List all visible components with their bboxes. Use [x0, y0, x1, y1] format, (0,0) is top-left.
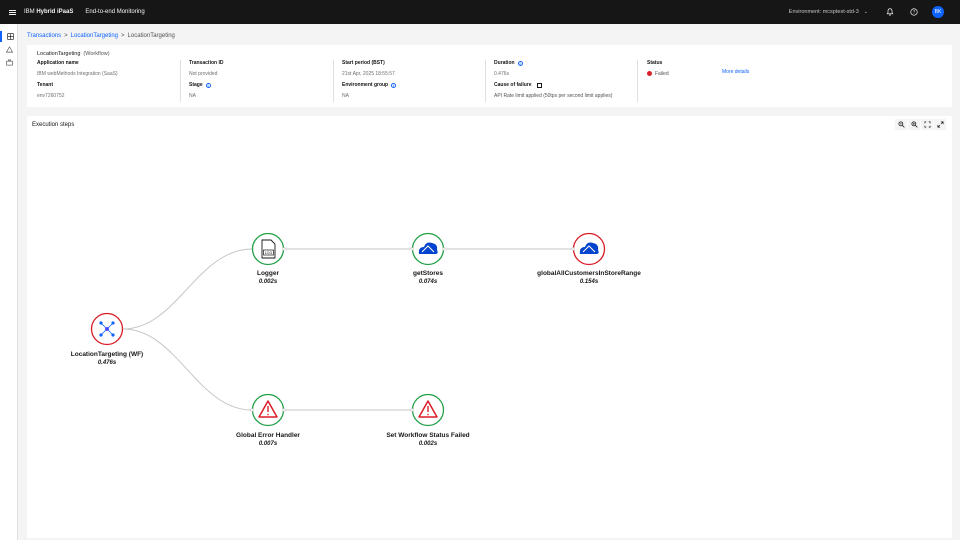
node-duration: 0.476s: [97, 360, 117, 366]
field-value: 0.476s: [494, 71, 510, 77]
field-value: API Rate limit applied (50tps per second…: [494, 93, 613, 99]
node-logger[interactable]: LOG: [251, 232, 286, 266]
column-divider: [485, 60, 486, 102]
failed-status-icon: [647, 71, 652, 77]
node-duration: 0.154s: [579, 279, 599, 285]
application-name-field: Application name IBM webMethods Integrat…: [37, 60, 118, 77]
cause-of-failure-field: Cause of failure API Rate limit applied …: [494, 82, 612, 99]
briefcase-nav-icon[interactable]: [0, 57, 18, 68]
node-label: getStores: [413, 270, 443, 277]
summary-title: LocationTargeting (Workflow): [37, 51, 110, 57]
breadcrumb-workflow[interactable]: LocationTargeting: [71, 33, 118, 39]
field-value: env7260752: [37, 93, 65, 99]
tenant-field: Tenant env7260752: [37, 82, 65, 99]
node-duration: 0.007s: [258, 441, 278, 447]
duration-field: Duration i 0.476s: [494, 60, 523, 77]
node-label: Set Workflow Status Failed: [386, 432, 470, 439]
environment-group-field: Environment group i NA: [342, 82, 397, 99]
field-label: Start period (BST): [342, 60, 385, 66]
graph-toolbar: [895, 119, 946, 130]
execution-steps-panel: LOG Execution steps LocationTargeting (W…: [27, 116, 952, 538]
edge-root-logger: [122, 248, 253, 330]
field-value: Not provided: [189, 71, 218, 77]
transaction-name: LocationTargeting: [37, 51, 81, 57]
status-value: Failed: [655, 71, 669, 77]
breadcrumb: Transactions > LocationTargeting > Locat…: [27, 33, 175, 39]
node-global-error-handler[interactable]: [250, 393, 286, 427]
breadcrumb-separator: >: [64, 33, 68, 39]
info-icon[interactable]: i: [517, 60, 523, 66]
node-label: Logger: [256, 270, 280, 277]
column-divider: [180, 60, 181, 102]
column-divider: [333, 60, 334, 102]
zoom-in-icon[interactable]: [908, 119, 920, 130]
field-value: 21st Apr, 2025 18:55:57: [342, 71, 395, 77]
execution-steps-title: Execution steps: [32, 122, 75, 128]
brand-name: Hybrid iPaaS: [36, 9, 74, 15]
top-bar: IBM Hybrid iPaaS End-to-end Monitoring E…: [0, 0, 960, 24]
status-field: Status Failed: [647, 60, 669, 77]
node-getstores[interactable]: [410, 232, 446, 266]
field-value: NA: [342, 93, 349, 99]
execution-graph: LOG: [90, 232, 606, 427]
node-duration: 0.074s: [418, 279, 438, 285]
breadcrumb-separator: >: [121, 33, 125, 39]
help-icon[interactable]: ?: [908, 6, 920, 18]
field-label: Tenant: [37, 82, 54, 88]
zoom-out-icon[interactable]: [895, 119, 907, 130]
chevron-down-icon: ⌄: [863, 9, 868, 15]
breadcrumb-current: LocationTargeting: [127, 33, 175, 39]
node-label: Global Error Handler: [236, 432, 300, 439]
info-icon[interactable]: i: [391, 82, 397, 88]
brand-prefix: IBM: [24, 9, 37, 15]
product-name[interactable]: End-to-end Monitoring: [85, 9, 144, 15]
left-nav-rail: [0, 24, 18, 540]
field-label: Environment group: [342, 82, 389, 88]
stage-field: Stage i NA: [189, 82, 211, 99]
transaction-summary-card: LocationTargeting (Workflow) Application …: [27, 45, 952, 107]
notification-bell-icon[interactable]: [884, 6, 896, 18]
start-period-field: Start period (BST) 21st Apr, 2025 18:55:…: [342, 60, 395, 77]
node-label: LocationTargeting (WF): [70, 351, 144, 358]
svg-text:LOG: LOG: [265, 251, 273, 255]
breadcrumb-transactions[interactable]: Transactions: [27, 33, 61, 39]
field-value: IBM webMethods Integration (SaaS): [37, 71, 118, 77]
fit-to-screen-icon[interactable]: [921, 119, 933, 130]
field-label: Transaction ID: [189, 60, 224, 66]
environment-switcher[interactable]: Environment: mcsptest-std-3 ⌄: [789, 0, 868, 24]
log-icon: LOG: [261, 239, 276, 259]
field-label: Cause of failure: [494, 82, 532, 88]
field-label: Duration: [494, 60, 515, 66]
transaction-id-field: Transaction ID Not provided: [189, 60, 223, 77]
field-label: Application name: [37, 60, 79, 66]
hamburger-menu-icon[interactable]: [0, 0, 24, 24]
column-divider: [637, 60, 638, 102]
svg-text:?: ?: [913, 10, 915, 15]
copy-icon[interactable]: [536, 82, 542, 88]
field-value: NA: [189, 93, 196, 99]
fullscreen-icon[interactable]: [934, 119, 946, 130]
field-label: Stage: [189, 82, 203, 88]
node-label: globalAllCustomersInStoreRange: [537, 270, 641, 277]
node-globalallcustomers[interactable]: [571, 232, 606, 266]
field-label: Status: [647, 60, 663, 66]
user-avatar[interactable]: BK: [932, 6, 944, 18]
node-duration: 0.002s: [418, 441, 438, 447]
environment-label: Environment: mcsptest-std-3: [788, 9, 859, 15]
node-duration: 0.002s: [258, 279, 278, 285]
transaction-kind: (Workflow): [83, 51, 110, 57]
brand[interactable]: IBM Hybrid iPaaS: [24, 9, 73, 15]
alerts-nav-icon[interactable]: [0, 44, 18, 55]
dashboard-nav-icon[interactable]: [0, 31, 18, 42]
node-locationtargeting[interactable]: [90, 312, 124, 346]
more-details-link[interactable]: More details: [722, 69, 749, 75]
node-set-workflow-status-failed[interactable]: [410, 393, 445, 427]
edge-root-error-handler: [122, 328, 253, 411]
info-icon[interactable]: i: [205, 82, 211, 88]
